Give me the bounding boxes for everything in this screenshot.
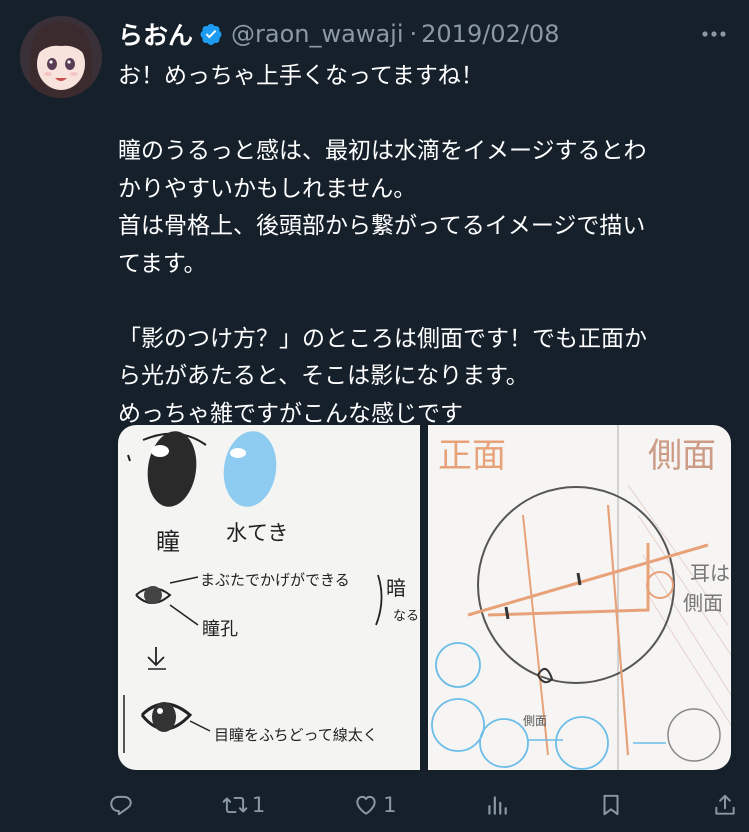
like-count: 1 — [383, 793, 397, 817]
label-ear-note: 耳は — [690, 561, 730, 585]
label-dark: 暗 — [386, 576, 406, 600]
more-options-icon[interactable] — [699, 20, 729, 48]
label-droplet: 水てき — [226, 521, 288, 545]
bookmark-button[interactable] — [598, 785, 624, 825]
author-name[interactable]: らおん — [118, 16, 193, 52]
verified-badge-icon — [200, 24, 222, 45]
tweet-date[interactable]: 2019/02/08 — [421, 20, 559, 48]
label-eyelid-note: まぶたでかげができる — [200, 571, 350, 589]
like-button[interactable]: 1 — [353, 785, 396, 825]
label-iris: 瞳孔 — [202, 619, 238, 640]
views-button[interactable] — [484, 785, 510, 825]
eye-sketch-drawing: 瞳 水てき まぶたでかげができる 暗 なる 瞳孔 目瞳をふちどって線太く — [123, 431, 419, 753]
label-pupil: 瞳 — [156, 528, 180, 556]
heart-icon — [356, 795, 376, 815]
label-side-small: 側面 — [523, 714, 547, 728]
share-button[interactable] — [712, 785, 738, 825]
header-separator: · — [409, 20, 418, 48]
tweet-line: 首は骨格上、後頭部から繋がってるイメージで描い てます。 — [118, 213, 646, 277]
tweet-header: らおん @raon_wawaji · 2019/02/08 — [118, 14, 729, 54]
label-side-face: 側面 — [683, 591, 723, 615]
media-image-eye-sketch[interactable]: 瞳 水てき まぶたでかげができる 暗 なる 瞳孔 目瞳をふちどって線太く — [118, 425, 420, 770]
avatar-illustration — [20, 16, 102, 98]
face-sketch-drawing: 正面 側面 耳は 側面 側面 — [431, 425, 731, 770]
tweet-line: 「影のつけ方？」のところは側面です！でも正面か ら光があたると、そこは影になりま… — [118, 325, 647, 390]
avatar[interactable] — [20, 16, 102, 98]
tweet-text: お！めっちゃ上手くなってますね！ 瞳のうるっと感は、最初は水滴をイメージするとわ… — [118, 58, 730, 433]
label-outline-note: 目瞳をふちどって線太く — [214, 726, 378, 744]
tweet-line: お！めっちゃ上手くなってますね！ — [118, 63, 484, 89]
author-handle[interactable]: @raon_wawaji — [231, 20, 403, 48]
retweet-button[interactable]: 1 — [222, 785, 265, 825]
tweet-media: 瞳 水てき まぶたでかげができる 暗 なる 瞳孔 目瞳をふちどって線太く 正面 … — [118, 425, 731, 770]
analytics-icon — [488, 796, 508, 815]
label-naru: なる — [393, 609, 419, 624]
tweet-line: 瞳のうるっと感は、最初は水滴をイメージするとわ かりやすいかもしれません。 — [118, 138, 647, 202]
bookmark-icon — [603, 794, 619, 816]
retweet-icon — [222, 796, 248, 814]
tweet-action-bar: 1 1 — [108, 782, 738, 828]
label-front: 正面 — [438, 436, 506, 476]
share-icon — [715, 794, 735, 815]
reply-button[interactable] — [108, 785, 134, 825]
retweet-count: 1 — [251, 793, 266, 817]
media-image-face-sketch[interactable]: 正面 側面 耳は 側面 側面 — [428, 425, 731, 770]
reply-icon — [110, 795, 132, 816]
label-side: 側面 — [648, 436, 716, 476]
